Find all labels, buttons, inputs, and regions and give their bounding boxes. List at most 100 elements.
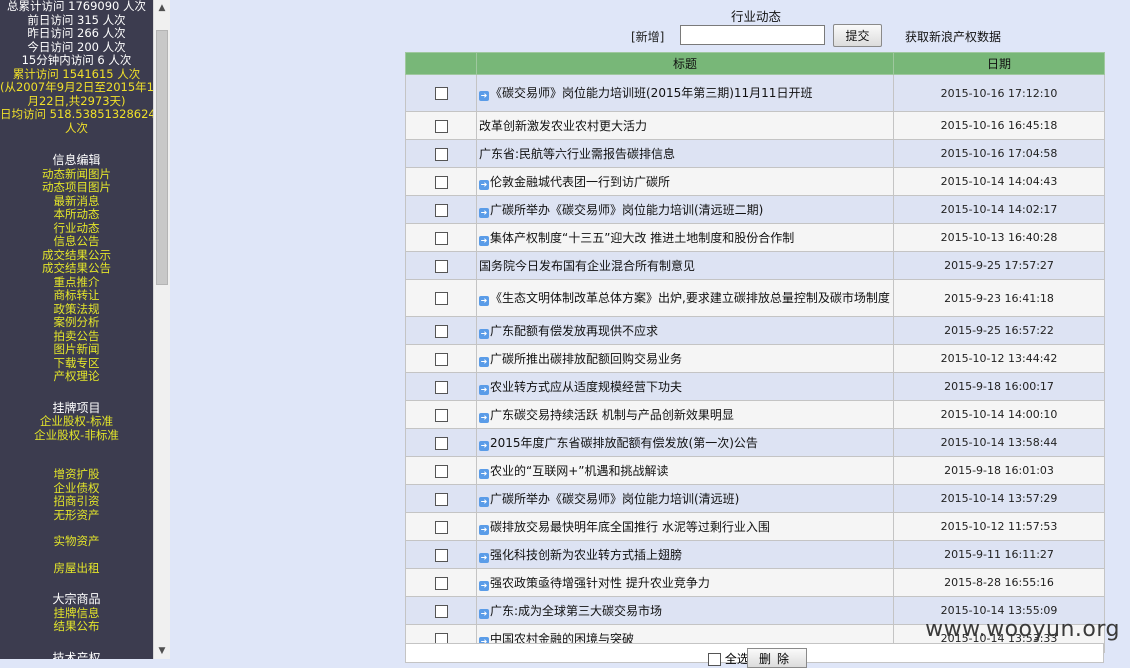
nav-link[interactable]: 增资扩股 [0, 467, 153, 482]
scroll-down-icon[interactable]: ▼ [154, 643, 170, 659]
submit-button[interactable]: 提交 [833, 24, 882, 47]
row-checkbox[interactable] [434, 259, 448, 273]
row-title-cell[interactable]: ➜ 强化科技创新为农业转方式插上翅膀 [476, 540, 894, 569]
row-title[interactable]: 广东碳交易持续活跃 机制与产品创新效果明显 [490, 408, 734, 422]
row-title[interactable]: 《生态文明体制改革总体方案》出炉,要求建立碳排放总量控制及碳市场制度 [490, 291, 890, 305]
nav-link[interactable]: 成交结果公告 [0, 261, 153, 276]
row-title-cell[interactable]: ➜ 《碳交易师》岗位能力培训班(2015年第三期)11月11日开班 [476, 74, 894, 112]
row-title[interactable]: 广碳所举办《碳交易师》岗位能力培训(清远班) [490, 492, 739, 506]
row-checkbox[interactable] [434, 87, 448, 100]
row-title-cell[interactable]: 改革创新激发农业农村更大活力 [476, 111, 894, 140]
row-checkbox[interactable] [434, 408, 448, 422]
nav-link[interactable]: 拍卖公告 [0, 329, 153, 344]
scroll-up-icon[interactable]: ▲ [154, 0, 170, 16]
nav-group-heading: 信息编辑 [52, 153, 101, 167]
nav-link[interactable]: 行业动态 [0, 221, 153, 236]
row-title-cell[interactable]: ➜ 广东配额有偿发放再现供不应求 [476, 316, 894, 345]
row-title-cell[interactable]: ➜ 广碳所推出碳排放配额回购交易业务 [476, 344, 894, 373]
nav-link[interactable]: 企业债权 [0, 481, 153, 496]
row-checkbox[interactable] [434, 352, 448, 366]
nav-link[interactable]: 最新消息 [0, 194, 153, 209]
row-checkbox[interactable] [434, 548, 448, 562]
row-date: 2015-10-16 17:12:10 [893, 74, 1105, 112]
nav-link[interactable]: 企业股权-标准 [0, 414, 153, 429]
row-title-cell[interactable]: ➜ 广碳所举办《碳交易师》岗位能力培训(清远班) [476, 484, 894, 513]
row-title[interactable]: 广碳所推出碳排放配额回购交易业务 [490, 352, 682, 366]
row-checkbox[interactable] [434, 436, 448, 450]
row-title-cell[interactable]: ➜ 农业的“互联网+”机遇和挑战解读 [476, 456, 894, 485]
row-title[interactable]: 国务院今日发布国有企业混合所有制意见 [479, 259, 695, 273]
nav-link[interactable]: 动态新闻图片 [0, 167, 153, 182]
scroll-thumb[interactable] [156, 30, 168, 285]
row-checkbox[interactable] [434, 464, 448, 478]
row-title-cell[interactable]: ➜ 广东碳交易持续活跃 机制与产品创新效果明显 [476, 400, 894, 429]
nav-link[interactable]: 挂牌信息 [0, 606, 153, 621]
select-all-checkbox[interactable] [708, 653, 721, 666]
arrow-icon: ➜ [479, 328, 489, 339]
row-select-cell [405, 568, 477, 597]
row-title[interactable]: 广东省:民航等六行业需报告碳排信息 [479, 147, 675, 161]
row-title-cell[interactable]: 国务院今日发布国有企业混合所有制意见 [476, 251, 894, 280]
nav-link[interactable]: 实物资产 [0, 534, 153, 549]
row-title[interactable]: 强化科技创新为农业转方式插上翅膀 [490, 548, 682, 562]
row-title-cell[interactable]: ➜ 集体产权制度“十三五”迎大改 推进土地制度和股份合作制 [476, 223, 894, 252]
row-checkbox[interactable] [434, 520, 448, 534]
row-title[interactable]: 广碳所举办《碳交易师》岗位能力培训(清远班二期) [490, 203, 763, 217]
nav-link[interactable]: 信息公告 [0, 234, 153, 249]
row-title-cell[interactable]: 广东省:民航等六行业需报告碳排信息 [476, 139, 894, 168]
row-select-cell [405, 540, 477, 569]
row-title-cell[interactable]: ➜ 广碳所举办《碳交易师》岗位能力培训(清远班二期) [476, 195, 894, 224]
row-checkbox[interactable] [434, 492, 448, 506]
nav-link[interactable]: 重点推介 [0, 275, 153, 290]
nav-link[interactable]: 招商引资 [0, 494, 153, 509]
delete-button[interactable]: 删除 [747, 648, 807, 668]
nav-link[interactable]: 图片新闻 [0, 342, 153, 357]
nav-link[interactable]: 成交结果公示 [0, 248, 153, 263]
nav-link[interactable]: 房屋出租 [0, 561, 153, 576]
nav-link[interactable]: 商标转让 [0, 288, 153, 303]
row-checkbox[interactable] [434, 119, 448, 133]
row-checkbox[interactable] [434, 203, 448, 217]
row-title[interactable]: 广东:成为全球第三大碳交易市场 [490, 604, 662, 618]
nav-link[interactable]: 案例分析 [0, 315, 153, 330]
row-checkbox[interactable] [434, 231, 448, 245]
title-input[interactable] [680, 25, 825, 45]
nav-link[interactable]: 政策法规 [0, 302, 153, 317]
fetch-sina-data-link[interactable]: 获取新浪产权数据 [905, 28, 1001, 45]
row-title[interactable]: 强农政策亟待增强针对性 提升农业竞争力 [490, 576, 710, 590]
row-title[interactable]: 集体产权制度“十三五”迎大改 推进土地制度和股份合作制 [490, 231, 794, 245]
row-checkbox[interactable] [434, 380, 448, 394]
row-checkbox[interactable] [434, 175, 448, 189]
row-title-cell[interactable]: ➜ 碳排放交易最快明年底全国推行 水泥等过剩行业入围 [476, 512, 894, 541]
row-title-cell[interactable]: ➜ 广东:成为全球第三大碳交易市场 [476, 596, 894, 625]
nav-link[interactable]: 企业股权-非标准 [0, 428, 153, 443]
row-title[interactable]: 《碳交易师》岗位能力培训班(2015年第三期)11月11日开班 [490, 86, 812, 100]
nav-link[interactable]: 下载专区 [0, 356, 153, 371]
row-checkbox[interactable] [434, 292, 448, 305]
row-checkbox[interactable] [434, 147, 448, 161]
add-new-link[interactable]: [新增] [631, 28, 664, 45]
row-checkbox[interactable] [434, 604, 448, 618]
row-title[interactable]: 碳排放交易最快明年底全国推行 水泥等过剩行业入围 [490, 520, 770, 534]
row-title-cell[interactable]: ➜ 2015年度广东省碳排放配额有偿发放(第一次)公告 [476, 428, 894, 457]
row-title-cell[interactable]: ➜ 《生态文明体制改革总体方案》出炉,要求建立碳排放总量控制及碳市场制度 [476, 279, 894, 317]
nav-link[interactable]: 本所动态 [0, 207, 153, 222]
sidebar-scrollbar[interactable]: ▲ ▼ [153, 0, 170, 659]
row-title[interactable]: 农业的“互联网+”机遇和挑战解读 [490, 464, 669, 478]
row-checkbox[interactable] [434, 576, 448, 590]
table-row: ➜ 农业转方式应从适度规模经营下功夫 2015-9-18 16:00:17 [405, 372, 1105, 401]
row-title[interactable]: 2015年度广东省碳排放配额有偿发放(第一次)公告 [490, 436, 758, 450]
row-title-cell[interactable]: ➜ 农业转方式应从适度规模经营下功夫 [476, 372, 894, 401]
arrow-icon: ➜ [479, 524, 489, 535]
row-title[interactable]: 改革创新激发农业农村更大活力 [479, 119, 647, 133]
nav-link[interactable]: 动态项目图片 [0, 180, 153, 195]
row-title[interactable]: 广东配额有偿发放再现供不应求 [490, 324, 658, 338]
row-title-cell[interactable]: ➜ 强农政策亟待增强针对性 提升农业竞争力 [476, 568, 894, 597]
nav-link[interactable]: 结果公布 [0, 619, 153, 634]
row-title[interactable]: 伦敦金融城代表团一行到访广碳所 [490, 175, 670, 189]
nav-link[interactable]: 无形资产 [0, 508, 153, 523]
row-title-cell[interactable]: ➜ 伦敦金融城代表团一行到访广碳所 [476, 167, 894, 196]
row-title[interactable]: 农业转方式应从适度规模经营下功夫 [490, 380, 682, 394]
row-checkbox[interactable] [434, 324, 448, 338]
nav-link[interactable]: 产权理论 [0, 369, 153, 384]
